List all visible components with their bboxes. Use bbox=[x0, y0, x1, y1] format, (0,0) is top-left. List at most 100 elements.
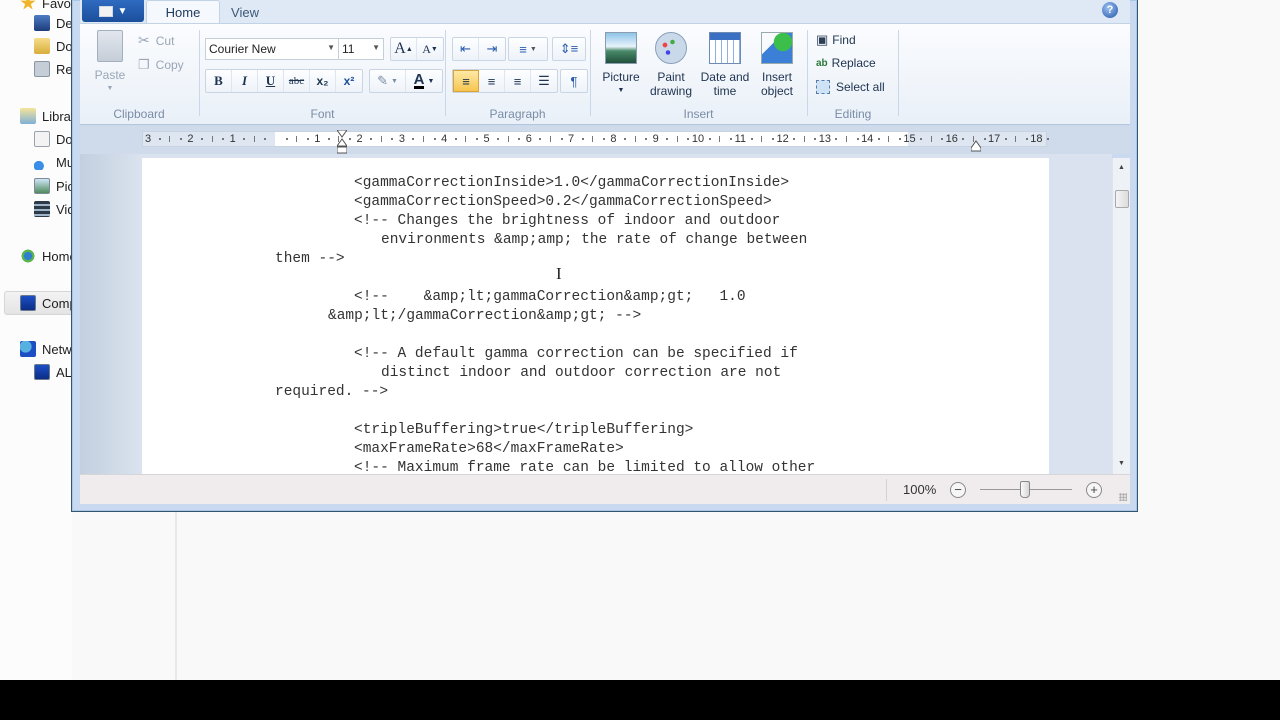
ruler-bar: 3 2 1 1 2 3 4 5 6 7 8 9 10 11 12 13 14 15 16 17 18 bbox=[80, 126, 1130, 154]
ruler-tick-label: 3 bbox=[398, 133, 405, 145]
scroll-up-arrow-icon[interactable]: ▲ bbox=[1113, 160, 1130, 176]
ruler-tick-label: 16 bbox=[945, 133, 958, 145]
underline-button[interactable]: U bbox=[258, 70, 284, 92]
insert-group-label: Insert bbox=[683, 107, 714, 121]
insert-object-icon bbox=[761, 32, 793, 64]
align-left-button[interactable]: ≡ bbox=[453, 70, 479, 92]
music-icon bbox=[34, 154, 50, 170]
find-button[interactable]: ▣ Find bbox=[816, 32, 856, 48]
scissors-icon: ✂ bbox=[138, 32, 150, 48]
justify-button[interactable]: ☰ bbox=[531, 70, 557, 92]
superscript-button[interactable]: x² bbox=[336, 70, 362, 92]
grow-font-button[interactable]: A ▲ bbox=[391, 38, 417, 60]
nav-item-music[interactable]: Music bbox=[34, 151, 72, 173]
ruler-tick-mark bbox=[169, 136, 171, 142]
ruler-tick-mark bbox=[454, 138, 457, 140]
bold-button[interactable]: B bbox=[206, 70, 232, 92]
zoom-out-button[interactable]: − bbox=[950, 482, 966, 498]
ruler-tick-mark bbox=[1025, 138, 1028, 140]
indent-buttons: ⇤ ⇥ bbox=[452, 37, 506, 61]
ruler-tick-label: 10 bbox=[691, 133, 705, 145]
line-spacing-button[interactable]: ⇕≡ bbox=[553, 38, 585, 60]
nav-item-libraries[interactable]: Libraries bbox=[20, 105, 72, 127]
document-line: &amp;lt;/gammaCorrection&amp;gt; --> bbox=[328, 308, 642, 324]
justify-icon: ☰ bbox=[538, 73, 550, 88]
date-and-time-button[interactable]: Date and time bbox=[697, 32, 753, 98]
dropdown-arrow-icon: ▼ bbox=[106, 85, 114, 92]
align-right-button[interactable]: ≡ bbox=[505, 70, 531, 92]
ruler-tick-mark bbox=[158, 138, 161, 140]
star-icon bbox=[20, 0, 36, 10]
right-indent-marker-icon[interactable] bbox=[971, 140, 981, 152]
documents-icon bbox=[34, 131, 50, 147]
tab-view[interactable]: View bbox=[220, 0, 270, 24]
nav-item-pictures[interactable]: Pictures bbox=[34, 175, 72, 197]
nav-item-downloads[interactable]: Downloads bbox=[34, 35, 72, 57]
nav-item-computer[interactable]: Computer bbox=[20, 292, 72, 314]
ruler-tick-mark bbox=[465, 136, 467, 142]
horizontal-ruler[interactable]: 3 2 1 1 2 3 4 5 6 7 8 9 10 11 12 13 14 15 16 17 18 bbox=[142, 130, 1049, 154]
document-line: required. --> bbox=[275, 384, 389, 400]
pane-divider bbox=[175, 512, 177, 680]
italic-button[interactable]: I bbox=[232, 70, 258, 92]
document-page[interactable]: <gammaCorrectionInside>1.0</gammaCorrect… bbox=[142, 158, 1049, 474]
document-line: them --> bbox=[275, 251, 345, 267]
font-family-select[interactable]: Courier New ▼ bbox=[205, 38, 339, 60]
computer-icon bbox=[20, 295, 36, 311]
resize-grip-icon[interactable] bbox=[1119, 493, 1127, 501]
ruler-tick-mark bbox=[814, 138, 817, 140]
ruler-tick-mark bbox=[729, 138, 732, 140]
ruler-tick-mark bbox=[264, 138, 267, 140]
nav-item-homegroup[interactable]: Homegroup bbox=[20, 245, 72, 267]
nav-item-network[interactable]: Network bbox=[20, 338, 72, 360]
paste-button[interactable]: Paste ▼ bbox=[88, 30, 132, 96]
scroll-down-arrow-icon[interactable]: ▼ bbox=[1113, 456, 1130, 472]
paragraph-settings-button[interactable]: ¶ bbox=[561, 70, 587, 92]
nav-item-recent-places[interactable]: Recent Places bbox=[34, 58, 72, 80]
ruler-tick-mark bbox=[285, 138, 288, 140]
ruler-tick-mark bbox=[200, 138, 203, 140]
ruler-tick-mark bbox=[623, 138, 626, 140]
cut-button[interactable]: ✂ Cut bbox=[138, 32, 174, 49]
zoom-in-button[interactable]: + bbox=[1086, 482, 1102, 498]
ruler-tick-mark bbox=[846, 136, 848, 142]
ruler-tick-mark bbox=[296, 136, 298, 142]
text-color-button[interactable]: A ▼ bbox=[406, 70, 442, 92]
vertical-scrollbar[interactable]: ▲ ▼ bbox=[1112, 158, 1130, 474]
i-beam-cursor-icon: I bbox=[556, 264, 562, 283]
tab-home[interactable]: Home bbox=[146, 0, 220, 24]
subscript-button[interactable]: x₂ bbox=[310, 70, 336, 92]
ruler-tick-label: 14 bbox=[861, 133, 874, 145]
nav-item-videos[interactable]: Videos bbox=[34, 198, 72, 220]
increase-indent-button[interactable]: ⇥ bbox=[479, 38, 505, 60]
ruler-tick-mark bbox=[962, 138, 965, 140]
decrease-indent-button[interactable]: ⇤ bbox=[453, 38, 479, 60]
scrollbar-thumb[interactable] bbox=[1115, 190, 1129, 208]
nav-item-documents[interactable]: Documents bbox=[34, 128, 72, 150]
ruler-tick-label: 15 bbox=[903, 133, 916, 145]
insert-object-button[interactable]: Insert object bbox=[753, 32, 801, 98]
nav-item-network-computer[interactable]: AL bbox=[34, 361, 72, 383]
decrease-indent-icon: ⇤ bbox=[460, 41, 471, 56]
strikethrough-button[interactable]: abc bbox=[284, 70, 310, 92]
ruler-tick-mark bbox=[433, 138, 436, 140]
replace-button[interactable]: ab Replace bbox=[816, 56, 876, 70]
nav-item-desktop[interactable]: Desktop bbox=[34, 12, 72, 34]
align-center-button[interactable]: ≡ bbox=[479, 70, 505, 92]
zoom-slider-thumb[interactable] bbox=[1020, 481, 1030, 498]
highlight-color-button[interactable]: ✎ ▼ bbox=[370, 70, 406, 92]
paint-drawing-button[interactable]: Paint drawing bbox=[645, 32, 697, 98]
picture-button[interactable]: Picture ▼ bbox=[597, 32, 645, 98]
help-icon[interactable]: ? bbox=[1102, 2, 1118, 18]
copy-button[interactable]: ❐ Copy bbox=[138, 57, 184, 73]
application-menu-button[interactable]: ▼ bbox=[82, 0, 144, 22]
ruler-tick-mark bbox=[719, 136, 721, 142]
shrink-font-button[interactable]: A ▼ bbox=[417, 38, 443, 60]
indent-marker-icon[interactable] bbox=[337, 130, 347, 154]
bullet-list-button[interactable]: ≡ ▼ bbox=[509, 38, 547, 60]
align-right-icon: ≡ bbox=[513, 73, 522, 89]
ruler-tick-mark bbox=[920, 138, 923, 140]
select-all-button[interactable]: Select all bbox=[816, 80, 885, 94]
ruler-tick-mark bbox=[391, 138, 394, 140]
font-size-select[interactable]: 11 ▼ bbox=[338, 38, 384, 60]
